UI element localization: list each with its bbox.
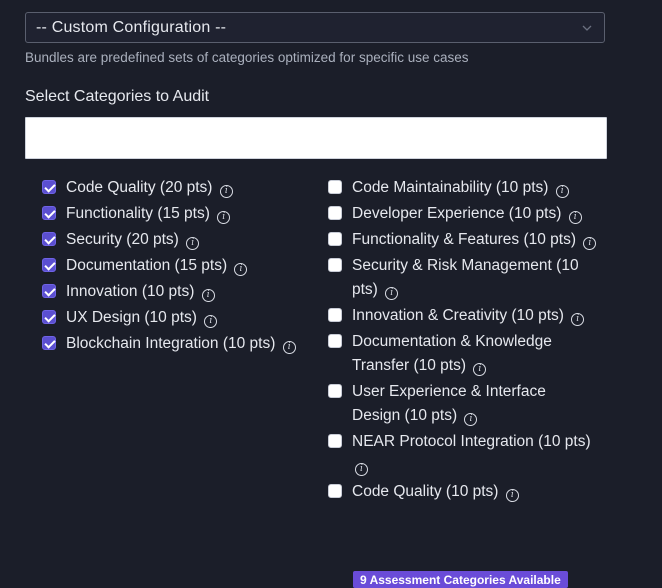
info-icon[interactable]: i xyxy=(385,287,399,300)
category-checkbox[interactable] xyxy=(328,206,342,220)
info-icon[interactable]: i xyxy=(186,237,200,250)
audit-config-panel: -- Custom Configuration -- Bundles are p… xyxy=(0,0,662,588)
info-icon[interactable]: i xyxy=(204,315,218,328)
category-item-documentation-and-knowledge-transfer-10-pts[interactable]: Documentation & Knowledge Transfer (10 p… xyxy=(328,330,598,378)
category-checkbox[interactable] xyxy=(328,484,342,498)
category-label: Functionality (15 pts) i xyxy=(66,202,231,226)
category-item-user-experience-and-interface-design-10-pts[interactable]: User Experience & Interface Design (10 p… xyxy=(328,380,598,428)
category-checkbox[interactable] xyxy=(42,206,56,220)
chevron-down-icon xyxy=(582,25,592,31)
category-label: NEAR Protocol Integration (10 pts) i xyxy=(352,430,598,478)
category-label: Innovation (10 pts) i xyxy=(66,280,215,304)
category-label-text: Blockchain Integration (10 pts) xyxy=(66,335,276,352)
info-icon[interactable]: i xyxy=(505,489,519,502)
info-icon[interactable]: i xyxy=(355,463,368,476)
category-checkbox[interactable] xyxy=(42,232,56,246)
category-checkbox[interactable] xyxy=(42,258,56,272)
category-label-text: Developer Experience (10 pts) xyxy=(352,205,562,222)
category-label: UX Design (10 pts) i xyxy=(66,306,218,330)
category-search-input[interactable] xyxy=(25,117,607,159)
info-icon[interactable]: i xyxy=(571,313,585,326)
category-label: Documentation & Knowledge Transfer (10 p… xyxy=(352,330,598,378)
category-list-left: Code Quality (20 pts) i Functionality (15… xyxy=(42,176,302,358)
category-checkbox[interactable] xyxy=(328,334,342,348)
bundle-select[interactable]: -- Custom Configuration -- xyxy=(25,12,605,43)
category-item-code-quality-10-pts[interactable]: Code Quality (10 pts) i xyxy=(328,480,598,504)
category-label: Blockchain Integration (10 pts) i xyxy=(66,332,296,356)
category-item-documentation-15-pts[interactable]: Documentation (15 pts) i xyxy=(42,254,302,278)
category-label-text: Code Quality (20 pts) xyxy=(66,179,213,196)
category-item-developer-experience-10-pts[interactable]: Developer Experience (10 pts) i xyxy=(328,202,598,226)
category-label-text: Innovation (10 pts) xyxy=(66,283,195,300)
category-label: Code Quality (10 pts) i xyxy=(352,480,519,504)
category-item-innovation-10-pts[interactable]: Innovation (10 pts) i xyxy=(42,280,302,304)
category-checkbox[interactable] xyxy=(328,232,342,246)
category-item-security-20-pts[interactable]: Security (20 pts) i xyxy=(42,228,302,252)
category-label: Developer Experience (10 pts) i xyxy=(352,202,582,226)
category-label-text: UX Design (10 pts) xyxy=(66,309,197,326)
category-checkbox[interactable] xyxy=(328,308,342,322)
category-checkbox[interactable] xyxy=(42,284,56,298)
info-icon[interactable]: i xyxy=(583,237,597,250)
info-icon[interactable]: i xyxy=(555,185,569,198)
category-label: Security (20 pts) i xyxy=(66,228,200,252)
category-checkbox[interactable] xyxy=(42,310,56,324)
category-list-right: Code Maintainability (10 pts) i Developer… xyxy=(328,176,598,506)
category-checkbox[interactable] xyxy=(42,180,56,194)
info-icon[interactable]: i xyxy=(219,185,233,198)
category-label-text: Innovation & Creativity (10 pts) xyxy=(352,307,564,324)
category-checkbox[interactable] xyxy=(328,180,342,194)
category-item-blockchain-integration-10-pts[interactable]: Blockchain Integration (10 pts) i xyxy=(42,332,302,356)
category-label-text: Documentation & Knowledge Transfer (10 p… xyxy=(352,333,552,374)
category-label: Documentation (15 pts) i xyxy=(66,254,248,278)
category-label-text: NEAR Protocol Integration (10 pts) xyxy=(352,433,591,450)
category-item-code-maintainability-10-pts[interactable]: Code Maintainability (10 pts) i xyxy=(328,176,598,200)
category-item-functionality-15-pts[interactable]: Functionality (15 pts) i xyxy=(42,202,302,226)
category-label: Functionality & Features (10 pts) i xyxy=(352,228,597,252)
bundle-select-value: -- Custom Configuration -- xyxy=(36,19,227,36)
category-label: Code Maintainability (10 pts) i xyxy=(352,176,569,200)
category-label-text: Code Quality (10 pts) xyxy=(352,483,499,500)
category-label: Code Quality (20 pts) i xyxy=(66,176,233,200)
info-icon[interactable]: i xyxy=(201,289,215,302)
category-label-text: Functionality & Features (10 pts) xyxy=(352,231,576,248)
category-label-text: Security (20 pts) xyxy=(66,231,179,248)
category-checkbox[interactable] xyxy=(328,258,342,272)
category-label-text: User Experience & Interface Design (10 p… xyxy=(352,383,546,424)
category-item-code-quality-20-pts[interactable]: Code Quality (20 pts) i xyxy=(42,176,302,200)
info-icon[interactable]: i xyxy=(568,211,582,224)
category-label-text: Documentation (15 pts) xyxy=(66,257,228,274)
info-icon[interactable]: i xyxy=(217,211,231,224)
categories-title: Select Categories to Audit xyxy=(25,88,210,105)
category-label: Innovation & Creativity (10 pts) i xyxy=(352,304,585,328)
info-icon[interactable]: i xyxy=(464,413,478,426)
category-item-functionality-and-features-10-pts[interactable]: Functionality & Features (10 pts) i xyxy=(328,228,598,252)
category-item-near-protocol-integration-10-pts[interactable]: NEAR Protocol Integration (10 pts) i xyxy=(328,430,598,478)
category-label: Security & Risk Management (10 pts) i xyxy=(352,254,598,302)
info-icon[interactable]: i xyxy=(234,263,248,276)
category-item-ux-design-10-pts[interactable]: UX Design (10 pts) i xyxy=(42,306,302,330)
info-icon[interactable]: i xyxy=(282,341,296,354)
category-label-text: Code Maintainability (10 pts) xyxy=(352,179,549,196)
bundle-hint: Bundles are predefined sets of categorie… xyxy=(25,50,469,65)
category-checkbox[interactable] xyxy=(328,434,342,448)
category-checkbox[interactable] xyxy=(42,336,56,350)
info-icon[interactable]: i xyxy=(473,363,487,376)
categories-count-badge: 9 Assessment Categories Available xyxy=(353,571,568,588)
category-item-innovation-and-creativity-10-pts[interactable]: Innovation & Creativity (10 pts) i xyxy=(328,304,598,328)
category-label: User Experience & Interface Design (10 p… xyxy=(352,380,598,428)
category-checkbox[interactable] xyxy=(328,384,342,398)
category-label-text: Functionality (15 pts) xyxy=(66,205,210,222)
category-item-security-and-risk-management-10-pts[interactable]: Security & Risk Management (10 pts) i xyxy=(328,254,598,302)
